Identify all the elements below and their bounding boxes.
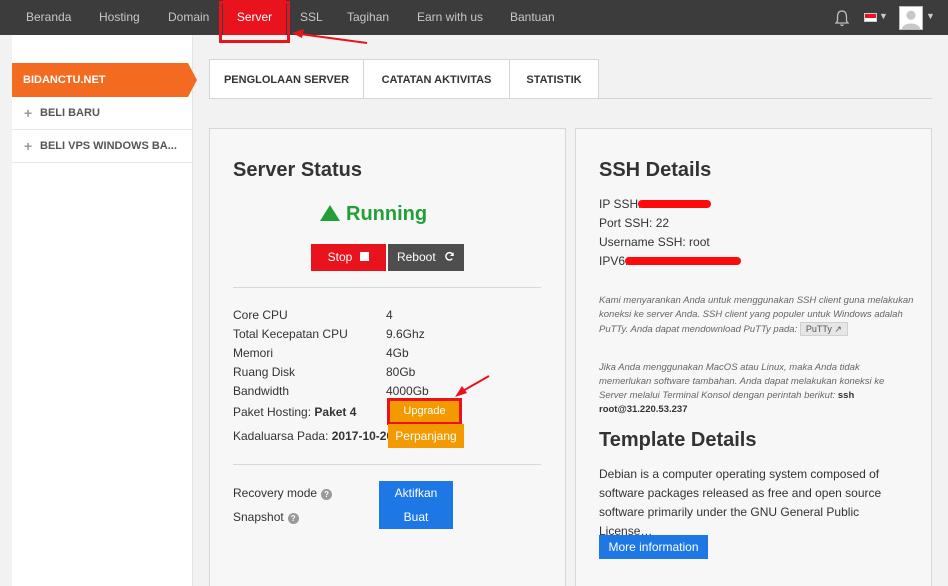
ssh-port-value: 22	[655, 216, 670, 230]
paket-label: Paket Hosting:	[233, 405, 312, 419]
flag-indonesia-icon[interactable]	[864, 13, 877, 22]
stop-icon	[360, 252, 370, 261]
stop-button[interactable]: Stop	[311, 244, 386, 271]
kadaluarsa: Kadaluarsa Pada: 2017-10-20	[233, 429, 393, 443]
nav-item-ssl[interactable]: SSL	[300, 0, 323, 35]
redaction-mark	[638, 200, 711, 208]
help-icon[interactable]: ?	[321, 489, 333, 500]
tab-penglolaan-server[interactable]: PENGLOLAAN SERVER	[209, 59, 364, 99]
snapshot-label: Snapshot	[233, 510, 284, 524]
top-navigation-bar: Beranda Hosting Domain Server SSL Tagiha…	[0, 0, 948, 35]
ssh-client-note: Kami menyarankan Anda untuk menggunakan …	[599, 294, 914, 337]
stop-label: Stop	[327, 250, 353, 264]
nav-item-bantuan[interactable]: Bantuan	[510, 0, 555, 35]
nav-item-earn-with-us[interactable]: Earn with us	[417, 0, 483, 35]
perpanjang-button[interactable]: Perpanjang	[388, 424, 464, 448]
chevron-down-icon[interactable]: ▼	[879, 11, 888, 21]
sidebar-item-beli-baru[interactable]: + BELI BARU	[12, 97, 193, 130]
ssh-port-label: Port SSH:	[599, 216, 653, 230]
recovery-label: Recovery mode	[233, 486, 318, 500]
ssh-username: Username SSH: root	[599, 235, 710, 249]
tab-divider	[599, 98, 932, 99]
paket-hosting: Paket Hosting: Paket 4	[233, 405, 356, 419]
nav-item-tagihan[interactable]: Tagihan	[347, 0, 389, 35]
ssh-port: Port SSH: 22	[599, 216, 669, 230]
ssh-ipv6: IPV6:	[599, 254, 629, 268]
macos-linux-note: Jika Anda menggunakan MacOS atau Linux, …	[599, 361, 914, 417]
redaction-mark	[625, 257, 741, 265]
sidebar-item-label: BELI BARU	[40, 107, 100, 119]
annotation-box	[219, 1, 290, 43]
paket-value: Paket 4	[314, 405, 357, 419]
template-details-title: Template Details	[599, 429, 757, 451]
user-avatar-icon[interactable]	[899, 6, 923, 30]
tab-catatan-aktivitas[interactable]: CATATAN AKTIVITAS	[363, 59, 510, 99]
spec-value: 9.6Ghz	[386, 327, 425, 341]
ssh-details-title: SSH Details	[599, 159, 712, 181]
ssh-details-panel: SSH Details IP SSH: Port SSH: 22 Usernam…	[575, 128, 932, 586]
sidebar-active-arrow	[188, 63, 197, 97]
putty-link[interactable]: PuTTy ↗	[799, 322, 848, 336]
plus-icon: +	[24, 105, 33, 121]
divider	[233, 464, 541, 465]
nav-item-hosting[interactable]: Hosting	[99, 0, 140, 35]
bell-icon[interactable]	[834, 9, 850, 27]
spec-label: Core CPU	[233, 308, 288, 322]
aktifkan-button[interactable]: Aktifkan	[379, 481, 453, 505]
sidebar-item-beli-vps-windows[interactable]: + BELI VPS WINDOWS BA...	[12, 130, 193, 163]
spec-value: 4000Gb	[386, 384, 429, 398]
tab-statistik[interactable]: STATISTIK	[509, 59, 599, 99]
sidebar-item-label: BELI VPS WINDOWS BA...	[40, 140, 177, 152]
chevron-down-icon[interactable]: ▼	[926, 11, 935, 21]
sidebar-item-bidanctu-net[interactable]: BIDANCTU.NET	[12, 63, 188, 97]
triangle-up-icon	[320, 205, 340, 221]
spec-label: Ruang Disk	[233, 365, 296, 379]
kadaluarsa-label: Kadaluarsa Pada:	[233, 429, 329, 443]
template-description: Debian is a computer operating system co…	[599, 467, 882, 538]
ssh-ip: IP SSH:	[599, 197, 642, 211]
ssh-username-value: root	[689, 235, 710, 249]
spec-label: Memori	[233, 346, 274, 360]
divider	[233, 287, 541, 288]
snapshot: Snapshot?	[233, 510, 299, 524]
reboot-label: Reboot	[396, 250, 436, 264]
ssh-username-label: Username SSH:	[599, 235, 686, 249]
nav-item-domain[interactable]: Domain	[168, 0, 209, 35]
nav-item-beranda[interactable]: Beranda	[26, 0, 71, 35]
more-information-button[interactable]: More information	[599, 535, 708, 559]
annotation-box	[387, 398, 462, 425]
reboot-button[interactable]: Reboot	[388, 244, 464, 271]
spec-value: 4	[386, 308, 393, 322]
status-running: Running	[320, 203, 427, 226]
ssh-note-text: Kami menyarankan Anda untuk menggunakan …	[599, 295, 914, 335]
spec-value: 80Gb	[386, 365, 416, 379]
plus-icon: +	[24, 138, 33, 154]
spec-label: Bandwidth	[233, 384, 290, 398]
spec-label: Total Kecepatan CPU	[233, 327, 348, 341]
kadaluarsa-value: 2017-10-20	[331, 429, 394, 443]
buat-button[interactable]: Buat	[379, 505, 453, 529]
help-icon[interactable]: ?	[287, 513, 299, 524]
server-status-panel: Server Status Running Stop Reboot Core C…	[209, 128, 566, 586]
putty-label: PuTTy	[805, 324, 832, 334]
server-status-title: Server Status	[233, 159, 362, 181]
spec-value: 4Gb	[386, 346, 409, 360]
recovery-mode: Recovery mode?	[233, 486, 333, 500]
sidebar: BIDANCTU.NET + BELI BARU + BELI VPS WIND…	[12, 35, 197, 586]
status-text: Running	[346, 203, 428, 225]
refresh-icon	[445, 251, 454, 261]
